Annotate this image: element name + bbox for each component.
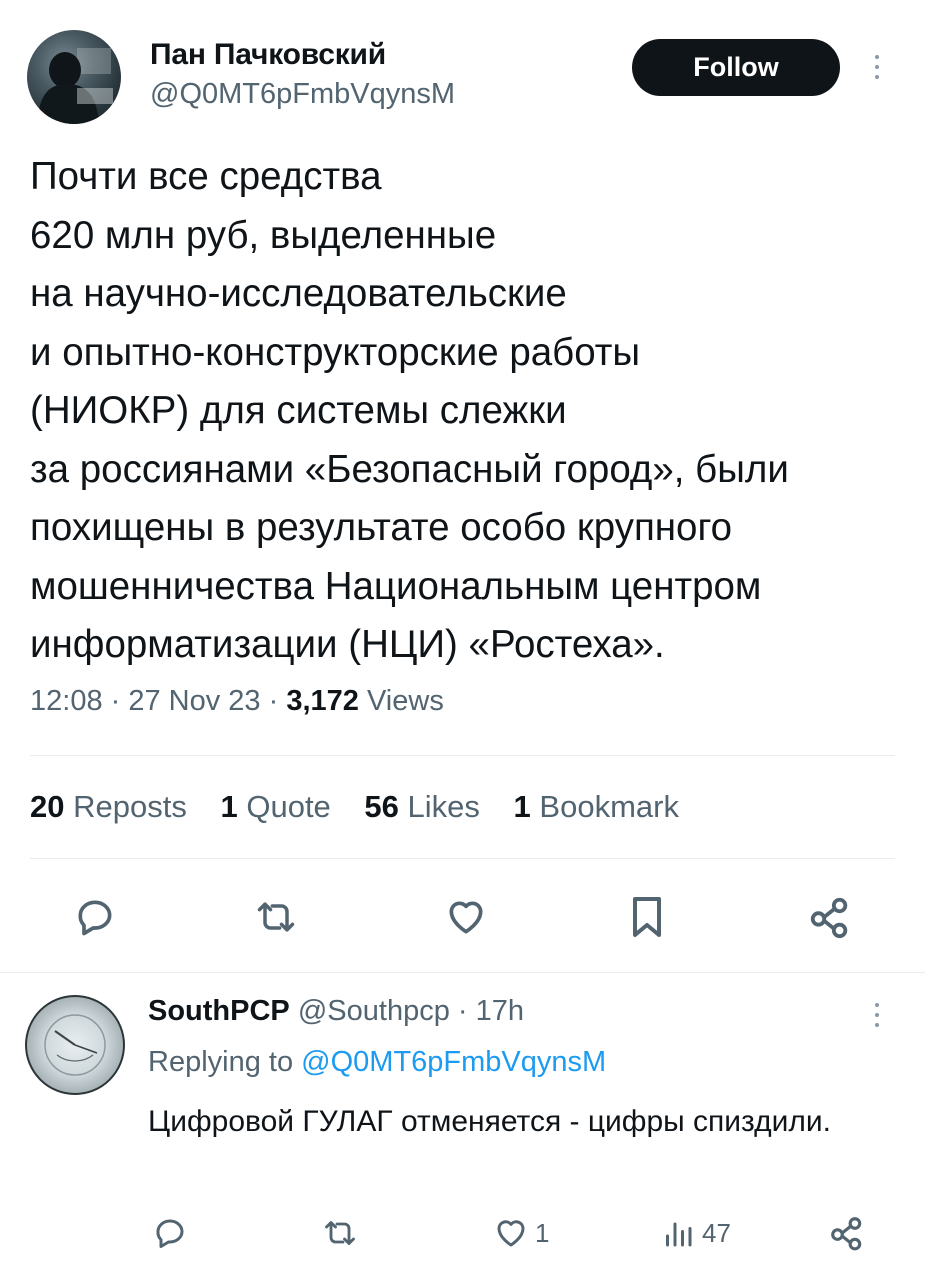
reply-views-count: 47 — [702, 1217, 731, 1248]
tweet-text-line: на научно-исследовательские — [30, 272, 567, 315]
reply-share-button[interactable] — [828, 1214, 866, 1252]
tweet-text-line: и опытно-конструкторские работы — [30, 330, 641, 374]
reply-display-name[interactable]: SouthPCP — [148, 995, 290, 1027]
author-handle[interactable]: @Q0MT6pFmbVqynsM — [150, 78, 455, 111]
tweet-text-line: 620 млн руб, выделенные — [30, 213, 497, 257]
divider — [0, 972, 925, 973]
engagement-stats: 20 Reposts 1 Quote 56 Likes 1 Bookmark — [30, 789, 704, 825]
follow-button[interactable]: Follow — [632, 39, 840, 96]
like-icon — [497, 1220, 525, 1247]
tweet-text-line: за россиянами «Безопасный город», были — [30, 447, 789, 491]
reply-icon — [156, 1219, 184, 1248]
like-icon[interactable] — [438, 892, 494, 942]
avatar-image — [44, 1014, 106, 1076]
tweet-text-line: (НИОКР) для системы слежки — [30, 389, 567, 432]
reply-repost-button[interactable] — [320, 1215, 360, 1251]
share-icon — [831, 1217, 862, 1251]
tweet-text-line: информатизации (НЦИ) «Ростеха». — [30, 623, 665, 666]
reply-more-options-icon[interactable] — [872, 1003, 882, 1027]
repost-icon — [325, 1221, 355, 1245]
bookmark-icon[interactable] — [622, 890, 672, 944]
tweet-text-line: Почти все средства — [30, 155, 382, 198]
author-avatar[interactable] — [27, 30, 121, 124]
quotes-stat[interactable]: 1 Quote — [220, 789, 330, 824]
tweet-date[interactable]: 27 Nov 23 — [128, 685, 260, 717]
bookmarks-stat[interactable]: 1 Bookmark — [514, 789, 679, 824]
tweet-text: Почти все средства 620 млн руб, выделенн… — [30, 148, 910, 675]
author-display-name[interactable]: Пан Пачковский — [150, 38, 386, 72]
likes-stat[interactable]: 56 Likes — [364, 789, 479, 824]
divider — [30, 858, 895, 859]
reply-icon[interactable] — [70, 892, 120, 942]
divider — [30, 755, 895, 756]
more-options-icon[interactable] — [872, 55, 882, 79]
views-icon — [666, 1222, 692, 1247]
reply-views-button[interactable]: 47 — [660, 1215, 731, 1251]
reply-text: Цифровой ГУЛАГ отменяется - цифры спизди… — [148, 1105, 832, 1138]
reply-author-avatar[interactable] — [25, 995, 125, 1095]
tweet-meta: 12:08 · 27 Nov 23 · 3,172 Views — [30, 685, 444, 717]
reposts-stat[interactable]: 20 Reposts — [30, 789, 187, 824]
replying-prefix: Replying to — [148, 1046, 294, 1078]
reply-like-button[interactable]: 1 — [493, 1215, 549, 1251]
replying-to: Replying to @Q0MT6pFmbVqynsM — [148, 1046, 606, 1079]
reply-handle[interactable]: @Southpcp — [298, 995, 450, 1027]
tweet-time[interactable]: 12:08 — [30, 685, 103, 717]
reply-reply-button[interactable] — [152, 1215, 188, 1251]
share-icon[interactable] — [805, 892, 855, 942]
repost-icon[interactable] — [248, 892, 304, 942]
reply-time[interactable]: 17h — [476, 995, 524, 1027]
views-label: Views — [366, 685, 444, 717]
reply-header: SouthPCP @Southpcp · 17h — [148, 995, 524, 1027]
tweet-text-line: мошенничества Национальным центром — [30, 564, 762, 608]
views-count: 3,172 — [286, 685, 359, 717]
tweet-text-line: похищены в результате особо крупного — [30, 506, 733, 549]
reply-like-count: 1 — [535, 1217, 550, 1248]
avatar-image — [37, 48, 113, 124]
replying-handle-link[interactable]: @Q0MT6pFmbVqynsM — [301, 1046, 606, 1078]
